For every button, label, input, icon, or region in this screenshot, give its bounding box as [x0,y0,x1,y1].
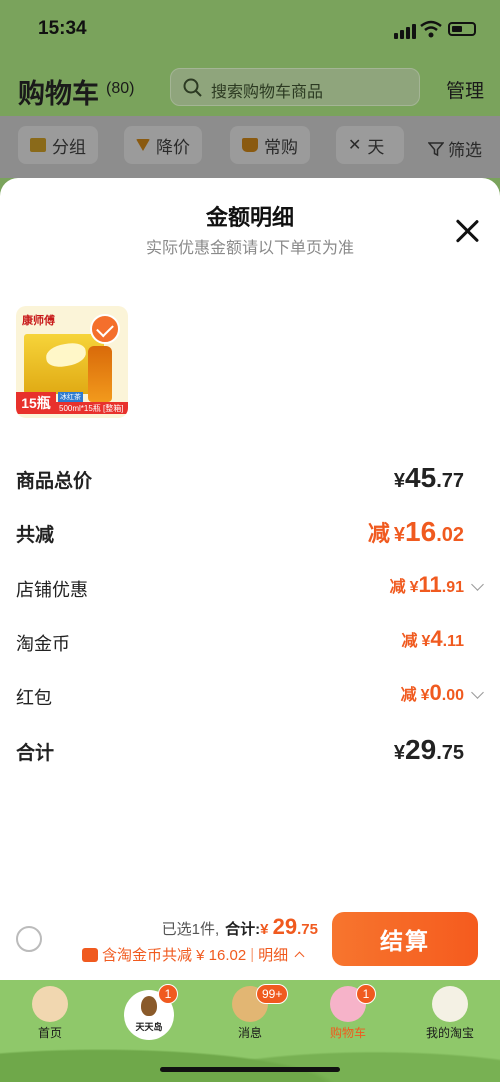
selected-check-icon[interactable] [90,314,120,344]
battery-icon [448,22,476,36]
chip-label: 分组 [52,137,86,157]
search-icon [183,78,202,97]
coin-icon [82,947,98,962]
row-grand-total: 合计 ¥29.75 [16,734,484,768]
cart-icon [242,138,258,152]
arrow-down-icon [136,139,150,151]
search-placeholder: 搜索购物车商品 [211,84,324,101]
home-avatar-icon [32,986,68,1022]
manage-button[interactable]: 管理 [446,76,484,103]
tab-badge: 99+ [256,984,289,1004]
chevron-up-icon [294,951,305,962]
selection-summary: 已选1件, 合计:¥ 29.75 [162,914,318,940]
row-store-discount[interactable]: 店铺优惠 减 ¥11.91 [16,572,484,606]
folder-icon [30,138,46,152]
row-amount: 减 ¥0.00 [400,680,464,705]
tab-label: 我的淘宝 [425,1026,474,1040]
row-label: 共减 [16,525,55,546]
scissors-icon: ✕ [348,137,362,154]
funnel-icon [428,141,444,156]
product-bottle-image [88,346,112,402]
checkout-button[interactable]: 结算 [332,912,478,966]
sheet-title: 金额明细 [205,205,294,230]
tab-cart[interactable]: 1 购物车 [298,982,398,1046]
select-all-radio[interactable] [16,926,42,952]
row-label: 红包 [16,688,52,708]
chevron-down-icon[interactable] [471,686,484,699]
chip-label: 常购 [264,137,298,157]
home-indicator [160,1067,340,1072]
chip-group[interactable]: 分组 [18,126,98,164]
tab-featured[interactable]: 天天岛 1 [100,982,200,1046]
signal-icon [394,24,416,39]
row-total-discount: 共减 减 ¥16.02 [16,516,484,550]
discount-text: 含淘金币共减 ¥ 16.02 [102,947,247,964]
row-amount: ¥45.77 [393,462,464,493]
row-label: 店铺优惠 [16,580,88,600]
tab-bar: 首页 天天岛 1 99+ 消息 1 购物车 我的淘宝 [0,980,500,1082]
tab-home[interactable]: 首页 [0,982,100,1046]
wifi-icon [420,20,442,38]
chip-day[interactable]: ✕ 天 [336,126,404,164]
tab-label: 首页 [37,1026,62,1040]
row-label: 合计 [16,743,55,764]
tab-my-taobao[interactable]: 我的淘宝 [400,982,500,1046]
row-amount: 减 ¥4.11 [401,626,464,651]
row-taojinbi: 淘金币 减 ¥4.11 [16,626,484,660]
discount-detail-link[interactable]: 含淘金币共减 ¥ 16.02 | 明细 [82,944,305,965]
row-label: 商品总价 [16,471,93,492]
status-time: 15:34 [38,18,87,39]
cart-header: 购物车 (80) 搜索购物车商品 管理 [0,60,500,116]
chip-label: 降价 [156,137,190,157]
selected-count: 已选1件, [161,921,220,938]
row-label: 淘金币 [16,634,70,654]
divider: | [250,946,255,963]
search-input[interactable]: 搜索购物车商品 [170,68,420,106]
row-amount: 减 ¥16.02 [367,516,464,547]
detail-label: 明细 [258,947,289,964]
sheet-subtitle: 实际优惠金额请以下单页为准 [145,240,354,257]
chip-frequent[interactable]: 常购 [230,126,310,164]
filter-button[interactable]: 筛选 [428,136,482,161]
logo-text: 天天岛 [135,1022,163,1032]
row-total-price: 商品总价 ¥45.77 [16,462,484,496]
page-title: 购物车 [18,79,99,109]
profile-avatar-icon [432,986,468,1022]
filter-bar: 分组 降价 常购 ✕ 天 筛选 [0,116,500,178]
tab-label: 消息 [237,1026,262,1040]
row-amount: ¥29.75 [393,734,464,765]
row-amount: 减 ¥11.91 [389,572,464,597]
close-icon[interactable] [454,218,480,244]
row-red-packet[interactable]: 红包 减 ¥0.00 [16,680,484,714]
total-label: 合计: [225,921,261,938]
product-qty-badge: 15瓶 [16,392,56,414]
tab-label: 购物车 [329,1026,366,1040]
chip-label: 天 [367,137,385,157]
tab-badge: 1 [356,984,376,1004]
total-amount: ¥ 29.75 [260,914,318,939]
chip-price-drop[interactable]: 降价 [124,126,202,164]
amount-detail-sheet: 金额明细 实际优惠金额请以下单页为准 康师傅 冰红茶 15瓶 500ml*15瓶… [0,178,500,980]
product-brand: 康师傅 [22,315,55,327]
status-bar: 15:34 [0,0,500,60]
cart-count: (80) [106,80,135,97]
chevron-down-icon[interactable] [471,578,484,591]
tab-messages[interactable]: 99+ 消息 [200,982,300,1046]
product-tag: 冰红茶 [58,392,83,402]
product-spec: 500ml*15瓶 [整箱] [56,402,128,414]
filter-label: 筛选 [448,141,482,160]
tab-badge: 1 [158,984,178,1004]
